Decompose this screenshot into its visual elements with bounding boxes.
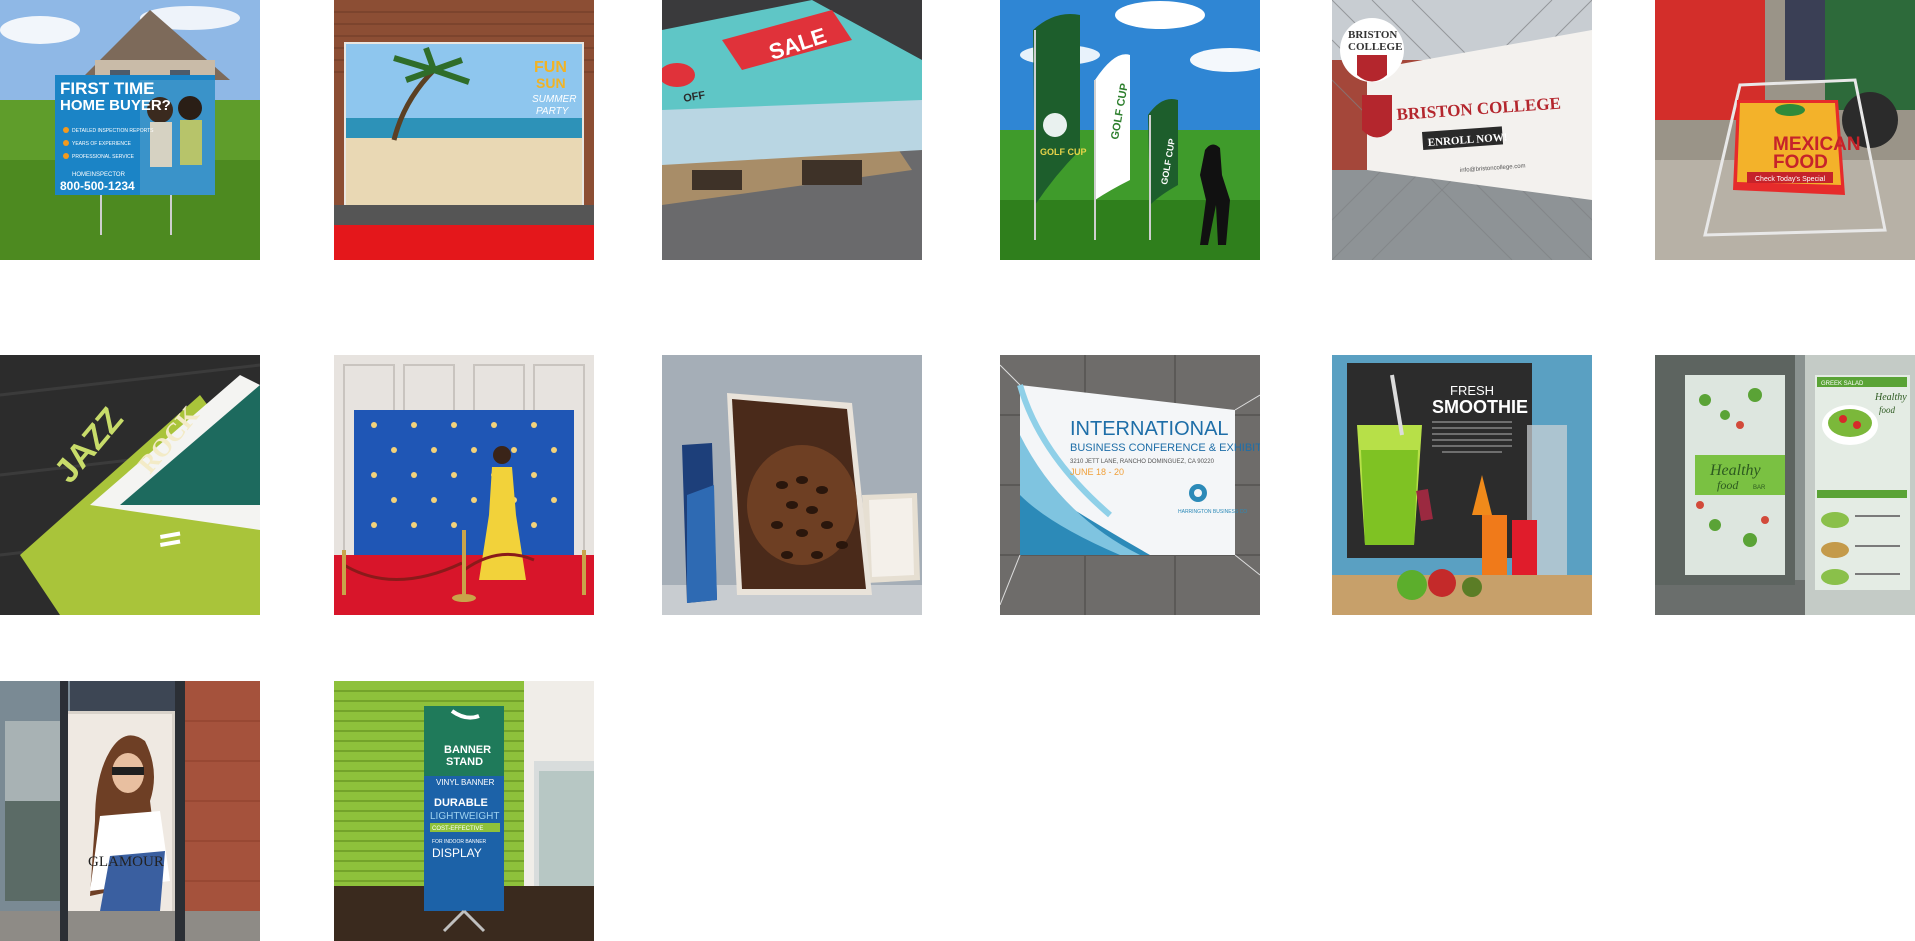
yard-sign-headline-1: FIRST TIME [60, 79, 154, 98]
window-poster-tile[interactable]: GLAMOUR [0, 681, 260, 941]
a-frame-special-text: Check Today's Special [1755, 176, 1826, 183]
yard-sign-bullet-2: YEARS OF EXPERIENCE [72, 141, 132, 147]
a-frame-sign-tile[interactable]: MEXICAN FOOD Check Today's Special [1655, 0, 1915, 260]
golf-flags-image: GOLF CUP GOLF CUP GOLF CUP [1000, 0, 1260, 260]
window-graphics-image: Healthy food BAR GREEK SALAD Healthy foo… [1655, 355, 1915, 615]
backdrop-fun-text: FUN [534, 59, 567, 76]
conference-company: HARRINGTON BUSINESS CO [1178, 509, 1247, 515]
golf-flag-1-text: GOLF CUP [1040, 147, 1087, 157]
conference-title: INTERNATIONAL [1070, 418, 1229, 440]
smoothie-title-text: SMOOTHIE [1432, 397, 1528, 417]
yard-sign-bullet-1: DETAILED INSPECTION REPORTS [72, 128, 154, 134]
conference-banner-image: INTERNATIONAL BUSINESS CONFERENCE & EXHI… [1000, 355, 1260, 615]
yard-sign-image: FIRST TIME HOME BUYER? DETAILED INSPECTI… [0, 0, 260, 260]
banner-stand-title-2: STAND [446, 756, 483, 768]
step-repeat-image [334, 355, 594, 615]
banner-stand-cost-text: COST-EFFECTIVE [432, 826, 483, 832]
banner-stand-vinyl-text: VINYL BANNER [436, 778, 495, 787]
window-healthy-text: Healthy [1709, 462, 1762, 479]
window-poster-glamour-text: GLAMOUR [88, 854, 164, 870]
window-side-healthy-text: Healthy [1874, 392, 1907, 403]
yard-sign-tile[interactable]: FIRST TIME HOME BUYER? DETAILED INSPECTI… [0, 0, 260, 260]
window-graphics-tile[interactable]: Healthy food BAR GREEK SALAD Healthy foo… [1655, 355, 1915, 615]
poster-stack-tile[interactable]: SALE OFF [662, 0, 922, 260]
banner-stand-image: BANNER STAND VINYL BANNER DURABLE LIGHTW… [334, 681, 594, 941]
a-frame-sign-image: MEXICAN FOOD Check Today's Special [1655, 0, 1915, 260]
backdrop-party-text: PARTY [536, 106, 570, 117]
step-repeat-tile[interactable] [334, 355, 594, 615]
backdrop-sun-text: SUN [536, 75, 566, 91]
flyers-tile[interactable]: ROCK JAZZ [0, 355, 260, 615]
conference-address: 3210 JETT LANE, RANCHO DOMINGUEZ, CA 902… [1070, 459, 1215, 465]
smoothie-fresh-text: FRESH [1450, 383, 1494, 398]
canvas-prints-image [662, 355, 922, 615]
yard-sign-bullet-3: PROFESSIONAL SERVICE [72, 154, 135, 160]
conference-dates: JUNE 18 - 20 [1070, 467, 1124, 477]
smoothie-poster-tile[interactable]: FRESH SMOOTHIE [1332, 355, 1592, 615]
fence-banner-image: BRISTON COLLEGE BRISTON COLLEGE ENROLL N… [1332, 0, 1592, 260]
window-bar-text: BAR [1753, 485, 1766, 491]
banner-stand-durable-text: DURABLE [434, 797, 488, 809]
golf-flags-tile[interactable]: GOLF CUP GOLF CUP GOLF CUP [1000, 0, 1260, 260]
canvas-prints-tile[interactable] [662, 355, 922, 615]
flyers-image: ROCK JAZZ [0, 355, 260, 615]
backdrop-summer-text: SUMMER [532, 94, 576, 105]
window-poster-image: GLAMOUR [0, 681, 260, 941]
window-greek-salad-text: GREEK SALAD [1821, 381, 1864, 387]
window-food-text: food [1717, 478, 1739, 492]
banner-stand-indoor-text: FOR INDOOR BANNER [432, 839, 487, 845]
banner-stand-tile[interactable]: BANNER STAND VINYL BANNER DURABLE LIGHTW… [334, 681, 594, 941]
conference-subtitle: BUSINESS CONFERENCE & EXHIBIT [1070, 442, 1260, 454]
smoothie-poster-image: FRESH SMOOTHIE [1332, 355, 1592, 615]
fence-logo-text-1: BRISTON [1348, 29, 1397, 41]
banner-stand-display-text: DISPLAY [432, 846, 482, 860]
banner-stand-title-1: BANNER [444, 744, 491, 756]
yard-sign-headline-2: HOME BUYER? [60, 97, 171, 114]
yard-sign-phone: 800-500-1234 [60, 179, 135, 193]
conference-banner-tile[interactable]: INTERNATIONAL BUSINESS CONFERENCE & EXHI… [1000, 355, 1260, 615]
poster-stack-image: SALE OFF [662, 0, 922, 260]
fence-banner-tile[interactable]: BRISTON COLLEGE BRISTON COLLEGE ENROLL N… [1332, 0, 1592, 260]
a-frame-food-text: FOOD [1773, 152, 1828, 173]
banner-stand-lightweight-text: LIGHTWEIGHT [430, 811, 499, 822]
fence-logo-text-2: COLLEGE [1348, 41, 1402, 53]
backdrop-banner-image: FUN SUN SUMMER PARTY [334, 0, 594, 260]
window-side-food-text: food [1879, 405, 1896, 415]
backdrop-banner-tile[interactable]: FUN SUN SUMMER PARTY [334, 0, 594, 260]
yard-sign-brand: HOMEINSPECTOR [72, 172, 126, 178]
